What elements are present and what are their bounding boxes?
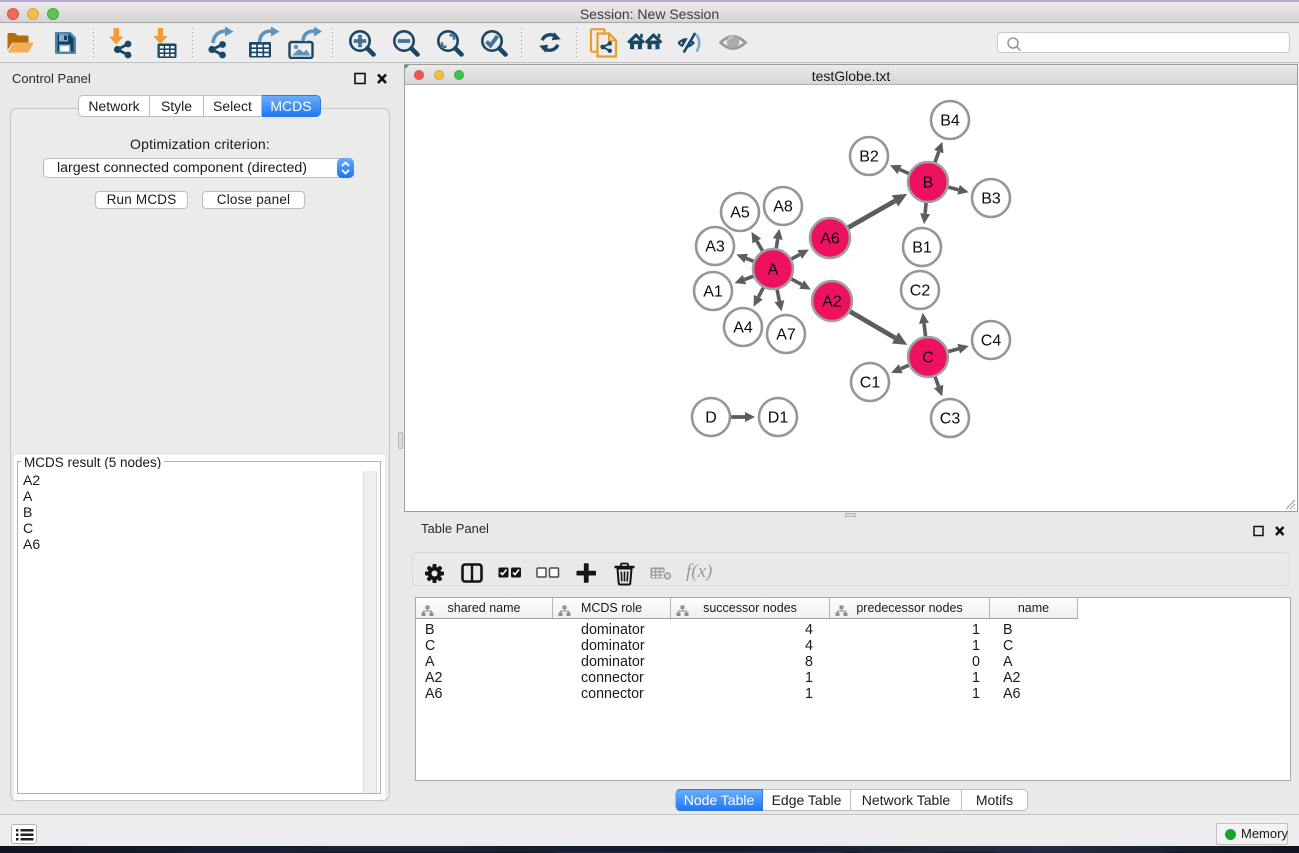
svg-text:A8: A8 bbox=[773, 199, 793, 216]
svg-text:B4: B4 bbox=[940, 113, 960, 130]
svg-text:B2: B2 bbox=[859, 149, 879, 166]
svg-text:A2: A2 bbox=[822, 294, 842, 311]
svg-text:C: C bbox=[922, 350, 934, 367]
svg-text:A: A bbox=[768, 262, 779, 279]
svg-text:A4: A4 bbox=[733, 320, 753, 337]
svg-text:A6: A6 bbox=[820, 231, 840, 248]
svg-text:C3: C3 bbox=[940, 411, 961, 428]
svg-text:A1: A1 bbox=[703, 284, 723, 301]
svg-text:B1: B1 bbox=[912, 240, 932, 257]
svg-text:B: B bbox=[923, 175, 934, 192]
svg-text:B3: B3 bbox=[981, 191, 1001, 208]
svg-text:D1: D1 bbox=[768, 410, 789, 427]
svg-text:C2: C2 bbox=[910, 283, 931, 300]
svg-text:C1: C1 bbox=[860, 375, 881, 392]
svg-text:D: D bbox=[705, 410, 717, 427]
svg-text:C4: C4 bbox=[981, 333, 1002, 350]
svg-text:A3: A3 bbox=[705, 239, 725, 256]
svg-text:A7: A7 bbox=[776, 327, 796, 344]
svg-text:A5: A5 bbox=[730, 205, 750, 222]
